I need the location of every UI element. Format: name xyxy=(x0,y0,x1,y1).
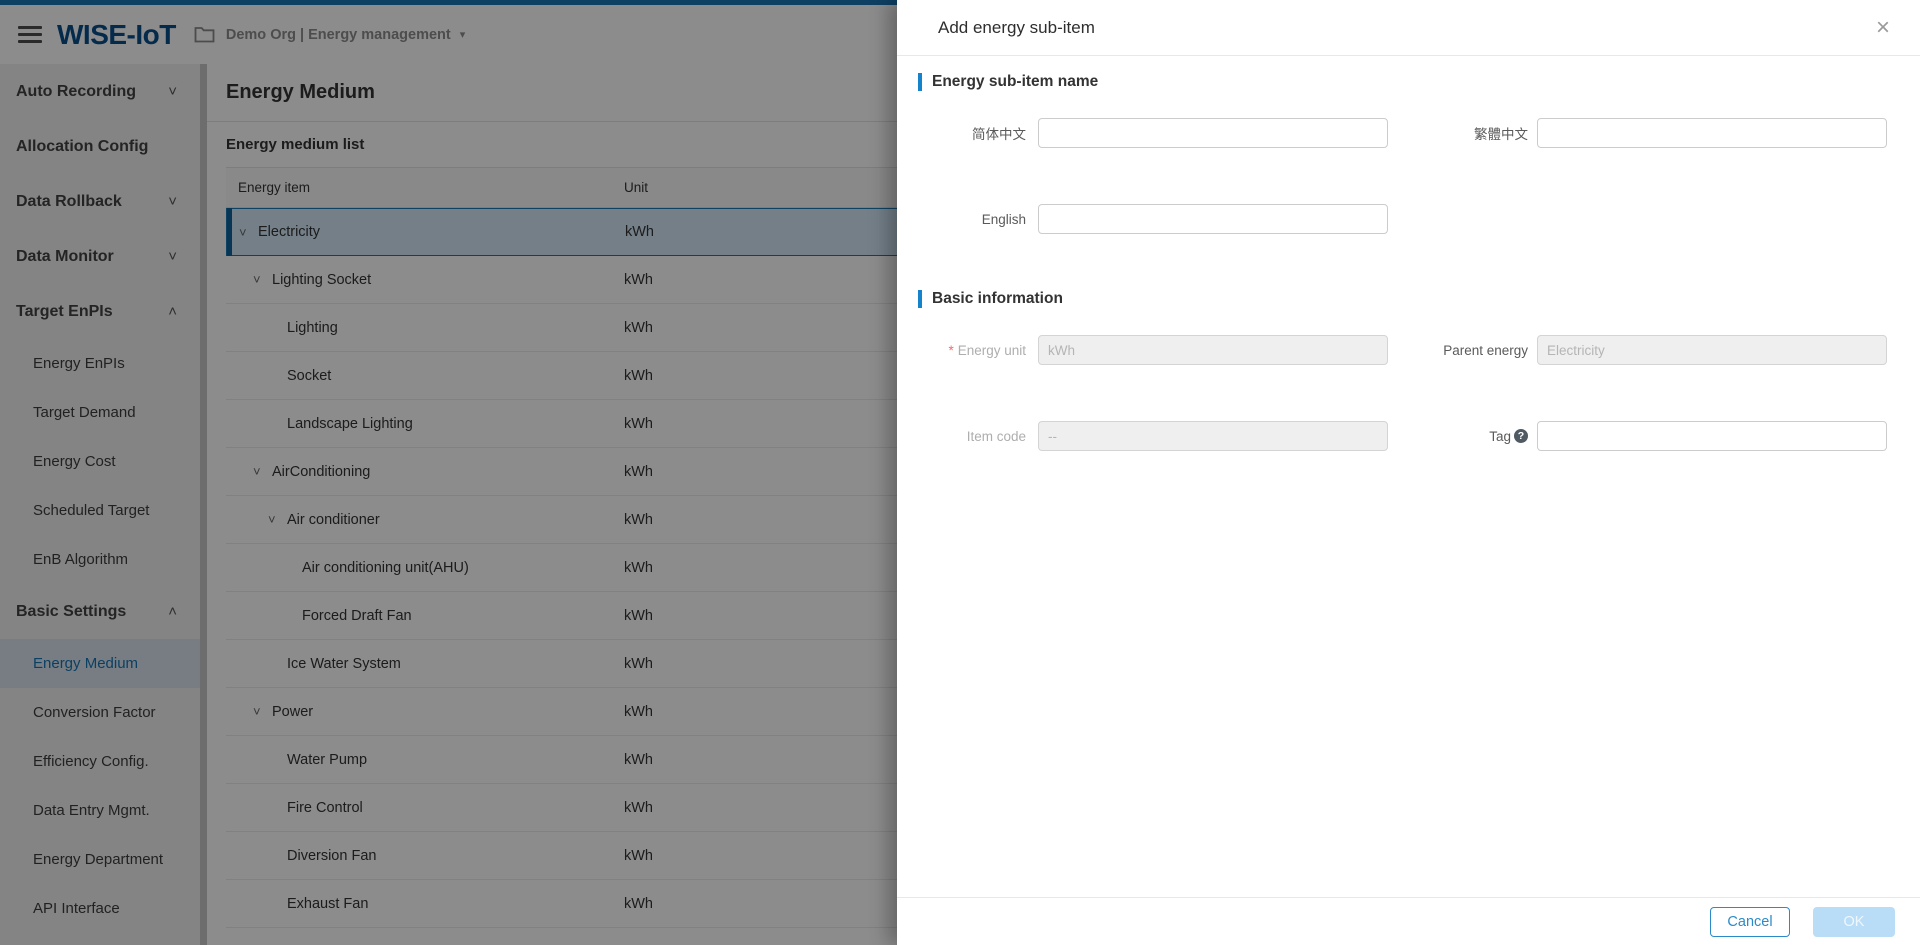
drawer-title: Add energy sub-item xyxy=(938,18,1095,38)
field-traditional-chinese: 繁體中文 xyxy=(1388,118,1887,148)
modal-overlay[interactable] xyxy=(0,0,897,945)
field-label-traditional-chinese: 繁體中文 xyxy=(1388,123,1528,143)
form-row: *Energy unit Parent energy xyxy=(897,335,1920,365)
input-parent-energy xyxy=(1537,335,1887,365)
form-row: 简体中文 繁體中文 xyxy=(897,118,1920,148)
input-item-code xyxy=(1038,421,1388,451)
add-energy-sub-item-drawer: Add energy sub-item × Energy sub-item na… xyxy=(897,0,1920,945)
field-parent-energy: Parent energy xyxy=(1388,335,1887,365)
required-asterisk: * xyxy=(948,343,953,358)
field-english: English xyxy=(897,204,1388,234)
field-label-energy-unit: *Energy unit xyxy=(926,343,1026,358)
section-title-energy-sub-item-name: Energy sub-item name xyxy=(918,73,1920,91)
field-tag: Tag? xyxy=(1388,421,1887,451)
drawer-body: Energy sub-item name 简体中文 繁體中文 English Basic… xyxy=(897,56,1920,897)
input-simplified-chinese[interactable] xyxy=(1038,118,1388,148)
input-english[interactable] xyxy=(1038,204,1388,234)
close-icon[interactable]: × xyxy=(1876,16,1890,40)
field-item-code: Item code xyxy=(897,421,1388,451)
field-label-parent-energy: Parent energy xyxy=(1388,343,1528,358)
input-tag[interactable] xyxy=(1537,421,1887,451)
drawer-header: Add energy sub-item × xyxy=(897,0,1920,56)
field-label-english: English xyxy=(926,212,1026,227)
drawer-footer: Cancel OK xyxy=(897,897,1920,945)
input-energy-unit xyxy=(1038,335,1388,365)
field-label-item-code: Item code xyxy=(926,429,1026,444)
section-accent-bar xyxy=(918,290,922,308)
section-accent-bar xyxy=(918,73,922,91)
field-simplified-chinese: 简体中文 xyxy=(897,118,1388,148)
section-title-basic-information: Basic information xyxy=(918,290,1920,308)
form-row: Item code Tag? xyxy=(897,421,1920,451)
cancel-button[interactable]: Cancel xyxy=(1710,907,1790,937)
help-icon[interactable]: ? xyxy=(1514,429,1528,443)
ok-button[interactable]: OK xyxy=(1813,907,1895,937)
form-row: English xyxy=(897,204,1920,234)
field-energy-unit: *Energy unit xyxy=(897,335,1388,365)
input-traditional-chinese[interactable] xyxy=(1537,118,1887,148)
field-label-tag: Tag? xyxy=(1388,429,1528,444)
section-title-text: Energy sub-item name xyxy=(932,73,1098,91)
field-label-simplified-chinese: 简体中文 xyxy=(926,123,1026,143)
section-title-text: Basic information xyxy=(932,290,1063,308)
